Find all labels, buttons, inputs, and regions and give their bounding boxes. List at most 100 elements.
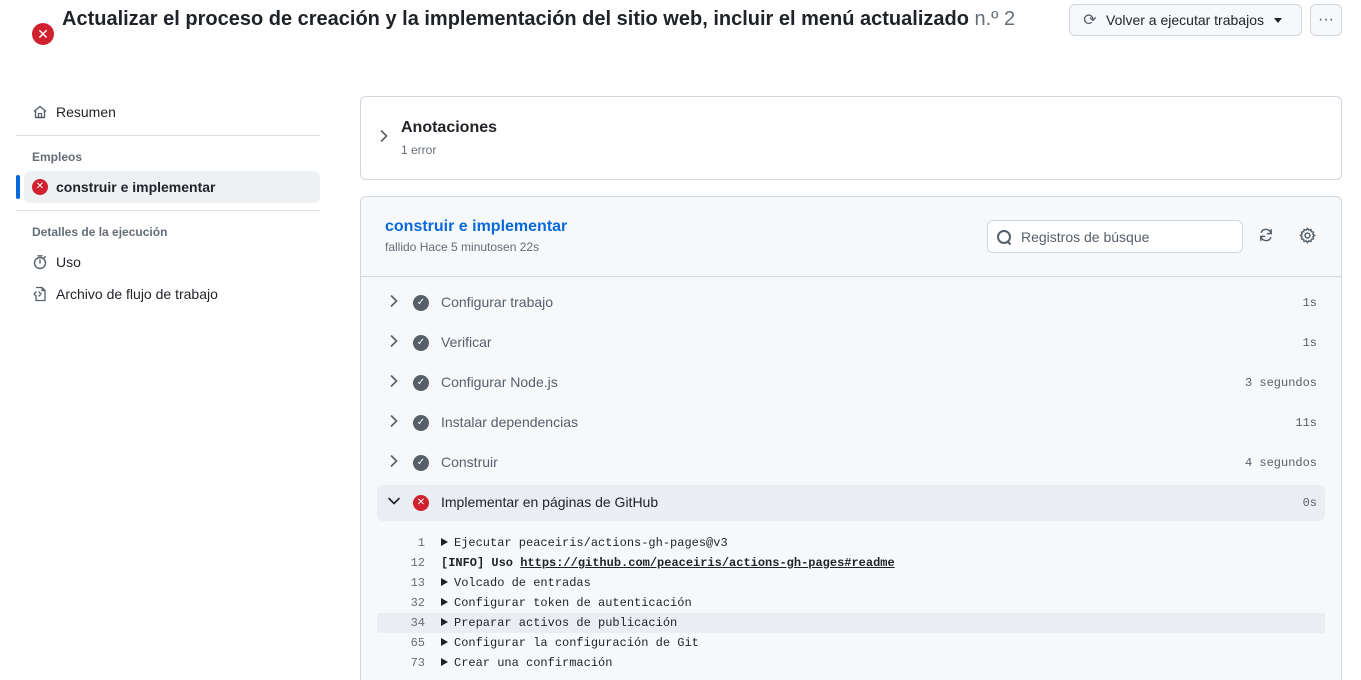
- triangle-right-icon: [441, 598, 448, 606]
- log-line[interactable]: 73 Crear una confirmación: [377, 653, 1325, 673]
- log-text: Crear una confirmación: [454, 656, 613, 670]
- triangle-right-icon: [441, 618, 448, 626]
- step-duration: 1s: [1302, 296, 1317, 310]
- step-name: Configurar Node.js: [441, 374, 558, 390]
- divider: [16, 210, 320, 211]
- log-text: Configurar token de autenticación: [454, 596, 692, 610]
- search-logs-input[interactable]: [1021, 228, 1231, 245]
- step-name: Construir: [441, 454, 498, 470]
- sidebar-item-label: Uso: [56, 254, 81, 270]
- check-circle-icon: ✓: [413, 335, 429, 351]
- search-logs-field[interactable]: [987, 220, 1243, 253]
- log-text: Configurar la configuración de Git: [454, 636, 699, 650]
- job-panel: construir e implementar fallido Hace 5 m…: [360, 196, 1342, 680]
- step-log: 1 Ejecutar peaceiris/actions-gh-pages@v3…: [377, 533, 1325, 673]
- step-name: Configurar trabajo: [441, 294, 554, 310]
- log-line[interactable]: 12 [INFO] Uso https://github.com/peaceir…: [377, 553, 1325, 573]
- triangle-right-icon: [441, 658, 448, 666]
- search-icon: [996, 229, 1012, 245]
- failure-icon: ✕: [32, 179, 48, 195]
- line-number[interactable]: 13: [377, 573, 425, 593]
- log-line[interactable]: 32 Configurar token de autenticación: [377, 593, 1325, 613]
- steps-list: ✓ Configurar trabajo 1s ✓ Verificar 1s ✓…: [377, 285, 1325, 525]
- log-line[interactable]: 65 Configurar la configuración de Git: [377, 633, 1325, 653]
- gear-icon: [1299, 227, 1315, 243]
- step-row[interactable]: ✓ Configurar trabajo 1s: [377, 285, 1325, 321]
- step-duration: 4 segundos: [1244, 456, 1317, 470]
- chevron-right-icon: [387, 454, 401, 471]
- line-number[interactable]: 73: [377, 653, 425, 673]
- sidebar-item-summary[interactable]: Resumen: [16, 96, 320, 128]
- chevron-down-icon: [387, 494, 401, 511]
- more-options-button[interactable]: ···: [1310, 4, 1342, 36]
- sidebar-item-label: construir e implementar: [56, 179, 216, 195]
- step-row-expanded[interactable]: ✕ Implementar en páginas de GitHub 0s: [377, 485, 1325, 521]
- triangle-right-icon: [441, 638, 448, 646]
- page-title: Actualizar el proceso de creación y la i…: [62, 5, 1052, 34]
- line-number[interactable]: 65: [377, 633, 425, 653]
- sidebar: Resumen Empleos ✕ construir e implementa…: [16, 96, 320, 310]
- run-number: n.º 2: [974, 8, 1016, 30]
- annotations-count: 1 error: [401, 143, 437, 157]
- chevron-right-icon: [387, 294, 401, 311]
- sync-icon: [1260, 228, 1272, 242]
- run-title: Actualizar el proceso de creación y la i…: [62, 8, 969, 30]
- line-number[interactable]: 1: [377, 533, 425, 553]
- rerun-jobs-label: Volver a ejecutar trabajos: [1106, 12, 1264, 28]
- sidebar-item-workflow-file[interactable]: Archivo de flujo de trabajo: [16, 278, 320, 310]
- chevron-right-icon: [387, 414, 401, 431]
- step-row[interactable]: ✓ Instalar dependencias 11s: [377, 405, 1325, 441]
- failure-status-icon: ✕: [32, 23, 54, 45]
- step-row[interactable]: ✓ Verificar 1s: [377, 325, 1325, 361]
- step-name: Implementar en páginas de GitHub: [441, 494, 659, 510]
- job-header: construir e implementar fallido Hace 5 m…: [361, 197, 1341, 277]
- log-line[interactable]: 1 Ejecutar peaceiris/actions-gh-pages@v3: [377, 533, 1325, 553]
- line-number[interactable]: 32: [377, 593, 425, 613]
- line-number[interactable]: 34: [377, 613, 425, 633]
- step-duration: 1s: [1302, 336, 1317, 350]
- settings-button[interactable]: [1296, 224, 1318, 246]
- log-text: Ejecutar peaceiris/actions-gh-pages@v3: [454, 536, 728, 550]
- sidebar-item-job[interactable]: ✕ construir e implementar: [16, 171, 320, 203]
- run-details-heading: Detalles de la ejecución: [32, 225, 168, 239]
- chevron-right-icon: [387, 374, 401, 391]
- chevron-right-icon: [387, 334, 401, 351]
- chevron-right-icon: [379, 129, 389, 146]
- sidebar-item-label: Archivo de flujo de trabajo: [56, 286, 218, 302]
- readme-link[interactable]: https://github.com/peaceiris/actions-gh-…: [520, 556, 894, 570]
- step-row[interactable]: ✓ Construir 4 segundos: [377, 445, 1325, 481]
- caret-down-icon: [1273, 17, 1282, 23]
- sidebar-item-usage[interactable]: Uso: [16, 246, 320, 278]
- check-circle-icon: ✓: [413, 295, 429, 311]
- log-line[interactable]: 13 Volcado de entradas: [377, 573, 1325, 593]
- log-line-highlighted[interactable]: 34 Preparar activos de publicación: [377, 613, 1325, 633]
- log-text: [INFO] Uso: [441, 556, 521, 570]
- x-circle-icon: ✕: [413, 495, 429, 511]
- job-status-text: fallido Hace 5 minutosen 22s: [385, 240, 540, 254]
- run-header: ✕ Actualizar el proceso de creación y la…: [0, 0, 1361, 70]
- annotations-title: Anotaciones: [401, 119, 498, 136]
- file-code-icon: [32, 286, 48, 302]
- step-name: Verificar: [441, 334, 492, 350]
- sync-icon: ⟳: [1083, 12, 1097, 29]
- home-icon: [32, 104, 48, 120]
- stopwatch-icon: [32, 254, 48, 270]
- kebab-horizontal-icon: ···: [1318, 11, 1334, 28]
- check-circle-icon: ✓: [413, 415, 429, 431]
- rerun-jobs-button[interactable]: ⟳ Volver a ejecutar trabajos: [1069, 4, 1302, 36]
- triangle-right-icon: [441, 578, 448, 586]
- step-duration: 11s: [1295, 416, 1317, 430]
- step-duration: 3 segundos: [1244, 376, 1317, 390]
- sidebar-item-label: Resumen: [56, 104, 116, 120]
- log-text: Volcado de entradas: [454, 576, 591, 590]
- step-row[interactable]: ✓ Configurar Node.js 3 segundos: [377, 365, 1325, 401]
- triangle-right-icon: [441, 538, 448, 546]
- line-number[interactable]: 12: [377, 553, 425, 573]
- job-title-link[interactable]: construir e implementar: [385, 218, 567, 236]
- annotations-panel[interactable]: Anotaciones 1 error: [360, 96, 1342, 180]
- jobs-heading: Empleos: [32, 150, 83, 164]
- step-name: Instalar dependencias: [441, 414, 578, 430]
- check-circle-icon: ✓: [413, 375, 429, 391]
- refresh-button[interactable]: [1255, 224, 1277, 246]
- divider: [16, 135, 320, 136]
